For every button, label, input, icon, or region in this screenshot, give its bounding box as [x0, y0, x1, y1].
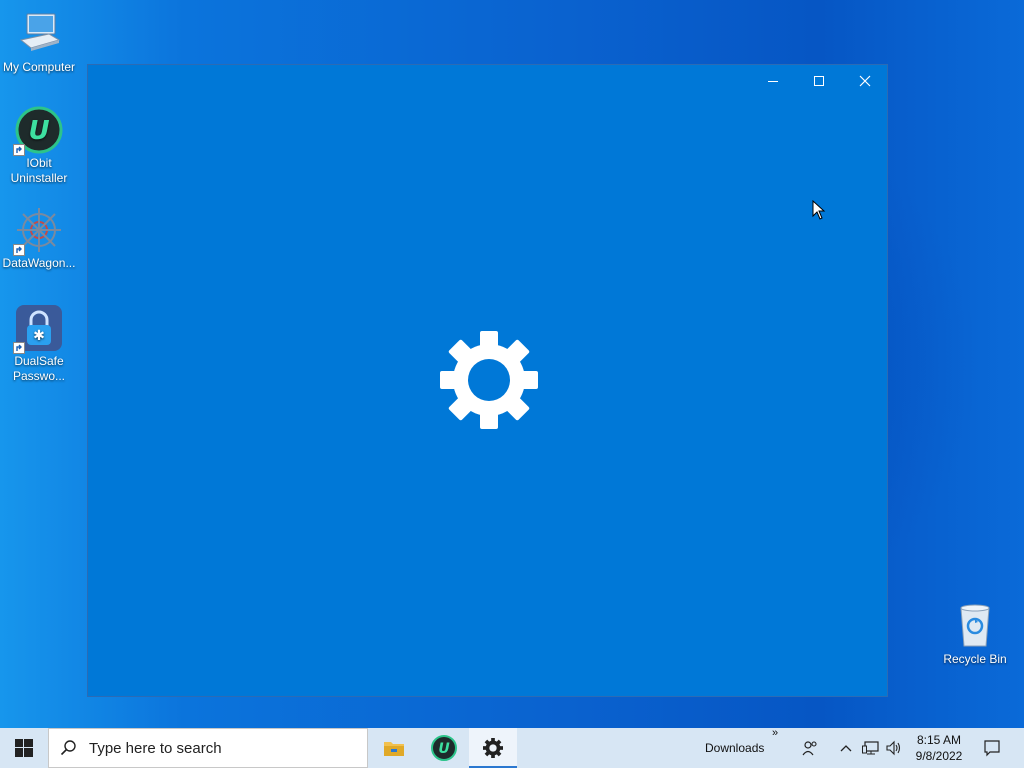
search-placeholder: Type here to search: [89, 739, 222, 757]
shortcut-arrow-icon: [13, 244, 25, 256]
taskbar-file-explorer[interactable]: [370, 728, 418, 768]
desktop-icon-label: My Computer: [2, 60, 76, 74]
dualsafe-lock-icon: ✱: [13, 304, 63, 354]
settings-splash-window[interactable]: [87, 64, 888, 697]
desktop-icon-label: DataWagon...: [2, 256, 76, 270]
volume-icon[interactable]: [884, 738, 904, 758]
taskbar-iobit-uninstaller[interactable]: U: [420, 728, 468, 768]
taskbar: Type here to search U » Downloads 8:15 A…: [0, 727, 1024, 768]
people-icon[interactable]: [800, 738, 820, 758]
close-button[interactable]: [842, 65, 888, 97]
system-clock[interactable]: 8:15 AM 9/8/2022: [906, 732, 972, 764]
computer-icon: [15, 10, 63, 58]
gear-icon: [440, 331, 538, 429]
desktop-icon-label: DualSafe Passwo...: [12, 354, 66, 383]
datawagon-icon: [13, 206, 63, 256]
search-icon: [49, 739, 89, 757]
iobit-uninstaller-icon: U: [13, 106, 63, 156]
iobit-uninstaller-icon: U: [431, 735, 457, 761]
clock-time: 8:15 AM: [916, 733, 962, 747]
taskbar-search-box[interactable]: Type here to search: [48, 728, 368, 768]
close-icon: [859, 75, 871, 87]
recycle-bin-icon: [951, 602, 999, 650]
svg-text:✱: ✱: [33, 328, 45, 344]
svg-text:U: U: [28, 116, 49, 146]
start-button[interactable]: [0, 728, 48, 768]
desktop-icon-iobit-uninstaller[interactable]: U IObit Uninstaller: [0, 106, 78, 186]
desktop-icon-dualsafe[interactable]: ✱ DualSafe Passwo...: [0, 304, 78, 384]
mouse-cursor-icon: [812, 199, 826, 225]
desktop-icon-datawagon[interactable]: DataWagon...: [0, 206, 78, 271]
windows-logo-icon: [15, 739, 33, 757]
downloads-toolbar[interactable]: Downloads: [705, 741, 764, 755]
settings-gear-icon: [483, 738, 503, 758]
minimize-icon: [768, 81, 778, 82]
toolbar-chevron[interactable]: »: [772, 727, 778, 739]
minimize-button[interactable]: [750, 65, 796, 97]
desktop-icon-recycle-bin[interactable]: Recycle Bin: [936, 602, 1014, 667]
maximize-icon: [814, 76, 824, 86]
file-explorer-icon: [384, 742, 404, 756]
chevron-up-icon[interactable]: [836, 738, 856, 758]
network-icon[interactable]: [861, 738, 881, 758]
svg-text:U: U: [438, 741, 450, 757]
desktop-icon-my-computer[interactable]: My Computer: [0, 10, 78, 75]
maximize-button[interactable]: [796, 65, 842, 97]
taskbar-settings[interactable]: [469, 728, 517, 768]
desktop-icon-label: Recycle Bin: [943, 652, 1007, 666]
desktop-icon-label: IObit Uninstaller: [10, 156, 68, 185]
action-center-icon[interactable]: [982, 738, 1002, 758]
shortcut-arrow-icon: [13, 342, 25, 354]
shortcut-arrow-icon: [13, 144, 25, 156]
clock-date: 9/8/2022: [915, 749, 963, 763]
